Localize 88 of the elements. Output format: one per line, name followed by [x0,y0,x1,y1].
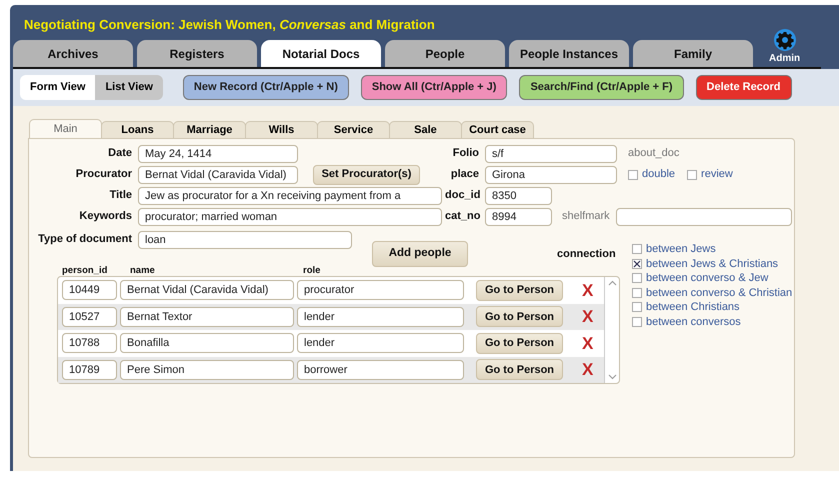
shelfmark-label: shelfmark [562,209,610,224]
go-to-person-button[interactable]: Go to Person [476,306,563,328]
nav-tab[interactable]: People Instances [509,40,629,67]
nav-tab[interactable]: Archives [13,40,133,67]
nav-tab[interactable]: People [385,40,505,67]
input-field[interactable]: 10789 [62,360,117,380]
record-tab[interactable]: Service [317,121,390,138]
input-field[interactable]: 10449 [62,280,117,300]
field-label: Date [107,146,132,162]
input-field[interactable]: 8350 [485,186,552,204]
checkbox[interactable] [632,258,642,269]
checkbox-label[interactable]: between Christians [646,299,740,316]
checkbox[interactable] [632,302,642,312]
input-field[interactable]: Girona [485,166,617,184]
input-field[interactable]: Pere Simon [120,360,294,380]
field-label: Title [108,188,132,204]
checkbox[interactable] [628,170,638,180]
checkbox-label[interactable]: between Jews [646,241,716,258]
add-people-button[interactable]: Add people [372,241,468,267]
delete-button[interactable]: X [582,330,594,356]
scrollbar[interactable] [604,277,619,383]
checkbox-label[interactable]: between converso & Jew [646,270,768,286]
field-label: Procurator [74,167,132,182]
record-tab[interactable]: Sale [389,121,462,138]
field-label: place [450,167,479,182]
record-tab[interactable]: Main [29,119,102,138]
checkbox-label[interactable]: between converso & Christian [646,284,792,301]
input-field[interactable]: procurator [297,280,464,300]
checkbox[interactable] [632,273,642,284]
field-label: Folio [452,146,479,162]
column-header: name [130,264,156,276]
input-field[interactable]: s/f [485,144,617,162]
go-to-person-button[interactable]: Go to Person [476,332,563,354]
record-tab[interactable]: Marriage [173,121,246,138]
checkbox-label[interactable]: review [701,166,733,183]
input-field[interactable]: 10788 [62,333,117,354]
delete-button[interactable]: X [582,357,594,382]
field-label: doc_id [445,188,479,204]
action-button[interactable]: Show All (Ctr/Apple + J) [360,75,508,100]
delete-button[interactable]: X [582,278,594,303]
nav-tab[interactable]: Registers [137,40,257,67]
field-label: Type of document [37,232,132,248]
app-title: Negotiating Conversion: Jewish Women, Conversas and Migration [24,16,435,34]
nav-tab[interactable]: Family [633,40,753,67]
action-button[interactable]: Search/Find (Ctr/Apple + F) [519,75,684,100]
checkbox[interactable] [632,288,642,298]
settings-icon[interactable] [774,29,796,51]
checkbox[interactable] [632,244,642,254]
input-field[interactable]: Bernat Textor [120,306,294,327]
nav-tab[interactable]: Notarial Docs [261,40,381,67]
scroll-up-icon[interactable] [608,280,616,286]
checkbox[interactable] [632,316,642,327]
input-field[interactable] [616,208,792,226]
column-header: role [303,264,322,276]
checkbox-label[interactable]: between conversos [646,314,741,330]
input-field[interactable]: May 24, 1414 [138,144,298,162]
input-field[interactable]: loan [138,230,352,248]
set-procurator-button[interactable]: Set Procurator(s) [313,164,420,184]
admin-label[interactable]: Admin [769,51,800,66]
input-field[interactable]: lender [297,333,464,354]
input-field[interactable]: Bernat Vidal (Caravida Vidal) [120,280,294,300]
input-field[interactable]: 8994 [485,208,552,226]
view-toggle[interactable]: List View [95,75,163,100]
checkbox-label[interactable]: double [642,166,676,183]
input-field[interactable]: Bernat Vidal (Caravida Vidal) [138,166,298,184]
field-label: cat_no [445,209,479,224]
input-field[interactable]: borrower [297,360,464,380]
connection-label: connection [557,247,616,262]
go-to-person-button[interactable]: Go to Person [476,359,563,380]
record-tab[interactable]: Loans [101,121,174,138]
checkbox[interactable] [687,170,698,180]
field-label: Keywords [78,209,132,224]
input-field[interactable]: procurator; married woman [138,208,442,226]
input-field[interactable]: Jew as procurator for a Xn receiving payment from a [138,186,442,204]
go-to-person-button[interactable]: Go to Person [476,280,563,301]
view-toggle[interactable]: Form View [20,75,96,100]
record-tab[interactable]: Wills [245,121,318,138]
scroll-down-icon[interactable] [608,374,616,380]
input-field[interactable]: lender [297,306,464,327]
action-button[interactable]: New Record (Ctr/Apple + N) [182,75,349,100]
record-tab[interactable]: Court case [461,121,534,138]
about-doc-label: about_doc [628,146,680,162]
action-button[interactable]: Delete Record [696,75,792,100]
checkbox-label[interactable]: between Jews & Christians [646,256,778,272]
input-field[interactable]: 10527 [62,306,117,327]
column-header: person_id [62,264,108,276]
delete-button[interactable]: X [582,304,594,330]
input-field[interactable]: Bonafilla [120,333,294,354]
